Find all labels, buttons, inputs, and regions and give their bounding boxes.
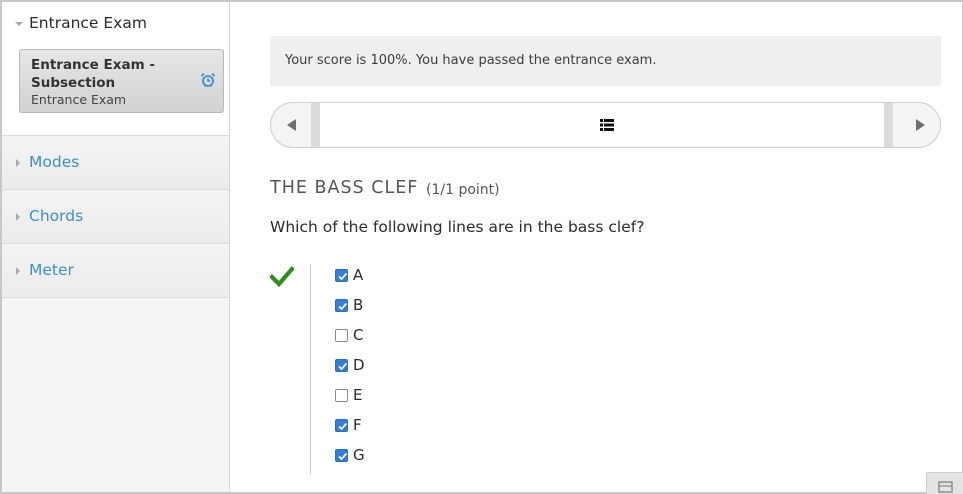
choice-label: C <box>353 326 364 344</box>
question-text: Which of the following lines are in the … <box>270 218 645 236</box>
calculator-toggle[interactable] <box>926 472 963 494</box>
checkbox-icon[interactable] <box>335 299 348 312</box>
next-button[interactable] <box>898 103 940 147</box>
problem-points: (1/1 point) <box>426 182 500 198</box>
calculator-icon <box>938 481 953 493</box>
checkbox-icon[interactable] <box>335 329 348 342</box>
chapter-chords[interactable]: Chords <box>2 190 229 244</box>
chapter-label: Meter <box>29 261 74 279</box>
choice-label: E <box>353 386 363 404</box>
caret-right-icon <box>16 267 20 275</box>
chapter-modes[interactable]: Modes <box>2 136 229 190</box>
score-message: Your score is 100%. You have passed the … <box>285 53 657 68</box>
subsection-subtitle: Entrance Exam <box>31 92 127 107</box>
next-arrow-icon <box>916 119 925 131</box>
sequence-navigation <box>270 102 941 148</box>
sequence-unit-tab[interactable] <box>311 103 893 147</box>
choice-label: B <box>353 296 364 314</box>
chapter-entrance-exam: Entrance Exam Entrance Exam - Subsection… <box>2 2 229 136</box>
choice-label: A <box>353 266 364 284</box>
choice-label: F <box>353 416 362 434</box>
chapter-label: Modes <box>29 153 80 171</box>
subsection-entrance-exam[interactable]: Entrance Exam - Subsection Entrance Exam <box>19 49 224 113</box>
chapter-meter[interactable]: Meter <box>2 244 229 298</box>
caret-right-icon <box>16 213 20 221</box>
checkbox-icon[interactable] <box>335 419 348 432</box>
list-icon <box>600 119 614 131</box>
choices-divider <box>310 264 311 474</box>
previous-arrow-icon <box>287 119 296 131</box>
previous-button[interactable] <box>271 103 313 147</box>
checkbox-icon[interactable] <box>335 359 348 372</box>
subsection-title: Entrance Exam - Subsection <box>31 57 155 91</box>
checkbox-icon[interactable] <box>335 269 348 282</box>
choice-label: G <box>353 446 365 464</box>
problem-title: THE BASS CLEF <box>270 178 419 198</box>
chapter-label: Chords <box>29 207 84 225</box>
alarm-clock-icon <box>200 72 216 87</box>
chapter-title[interactable]: Entrance Exam <box>29 14 147 32</box>
caret-right-icon <box>16 159 20 167</box>
choice-label: D <box>353 356 365 374</box>
caret-down-icon <box>15 22 23 26</box>
checkbox-icon[interactable] <box>335 449 348 462</box>
score-banner: Your score is 100%. You have passed the … <box>270 36 941 86</box>
course-navigation-sidebar: Entrance Exam Entrance Exam - Subsection… <box>2 2 230 492</box>
checkbox-icon[interactable] <box>335 389 348 402</box>
checkmark-icon <box>270 266 294 288</box>
